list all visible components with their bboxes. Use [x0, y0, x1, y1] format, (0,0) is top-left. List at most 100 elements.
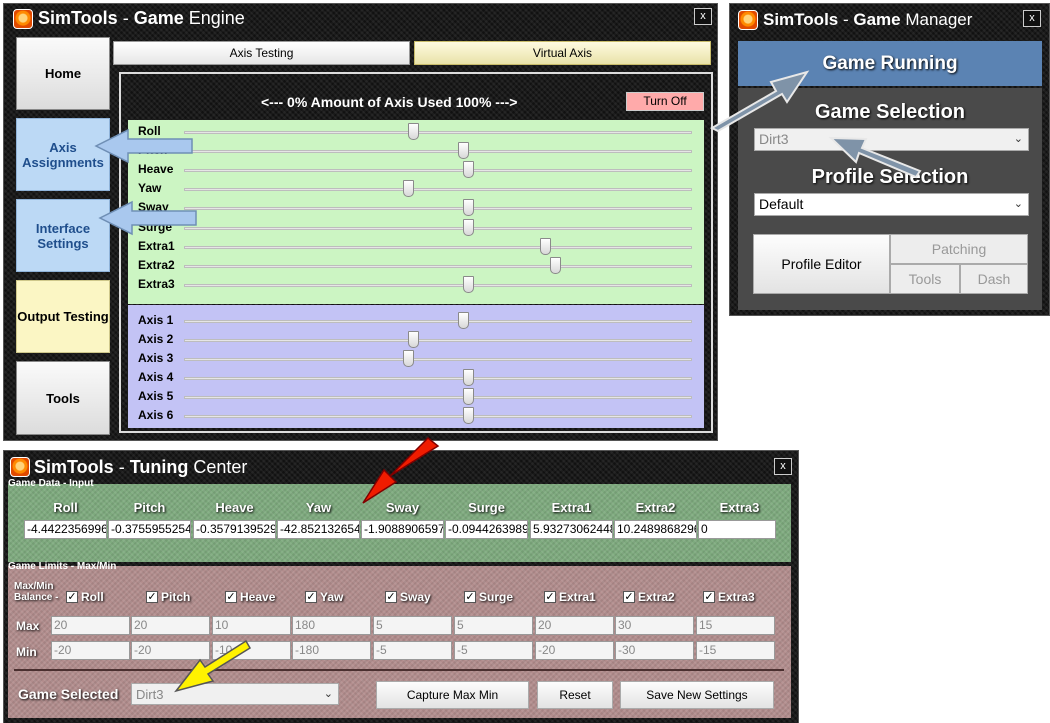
max-limit-input[interactable]: 15 — [696, 616, 775, 635]
checkmark-icon[interactable]: ✓ — [623, 591, 635, 603]
max-limit-input[interactable]: 10 — [212, 616, 291, 635]
balance-checkbox[interactable]: ✓ Sway — [385, 589, 431, 605]
balance-checkbox[interactable]: ✓ Roll — [66, 589, 104, 605]
game-data-input[interactable]: 0 — [698, 520, 776, 539]
axis-slider-thumb[interactable] — [463, 369, 474, 386]
axis-slider-track[interactable] — [184, 377, 692, 380]
balance-checkbox[interactable]: ✓ Surge — [464, 589, 513, 605]
balance-checkbox[interactable]: ✓ Extra3 — [703, 589, 755, 605]
dof-slider-thumb[interactable] — [463, 199, 474, 217]
dof-slider-track[interactable] — [184, 245, 692, 249]
dof-slider-track[interactable] — [184, 264, 692, 268]
axis-slider-thumb[interactable] — [408, 331, 419, 348]
axis-slider-track[interactable] — [184, 339, 692, 342]
nav-tools-button[interactable]: Tools — [16, 361, 110, 435]
patching-button[interactable]: Patching — [890, 234, 1028, 264]
game-data-input[interactable]: 5.93273062448 — [530, 520, 613, 539]
dof-slider-track[interactable] — [184, 188, 692, 192]
balance-checkbox-label: Extra2 — [638, 590, 675, 604]
manager-close-button[interactable]: x — [1023, 10, 1041, 27]
dof-slider-track[interactable] — [184, 226, 692, 230]
nav-axis-assignments-button[interactable]: Axis Assignments — [16, 118, 110, 191]
checkmark-icon[interactable]: ✓ — [385, 591, 397, 603]
dof-slider-track[interactable] — [184, 131, 692, 134]
checkmark-icon[interactable]: ✓ — [146, 591, 158, 603]
profile-editor-button[interactable]: Profile Editor — [753, 234, 890, 294]
balance-checkbox[interactable]: ✓ Yaw — [305, 589, 343, 605]
dof-slider-track[interactable] — [184, 207, 692, 211]
balance-checkbox[interactable]: ✓ Extra1 — [544, 589, 596, 605]
min-limit-input[interactable]: -20 — [51, 641, 130, 660]
max-limit-input[interactable]: 5 — [373, 616, 452, 635]
max-limit-input[interactable]: 30 — [615, 616, 694, 635]
max-limit-input[interactable]: 180 — [292, 616, 371, 635]
tab-axis-testing[interactable]: Axis Testing — [113, 41, 410, 65]
game-selected-dropdown[interactable]: Dirt3 ⌄ — [131, 683, 339, 705]
min-limit-input[interactable]: -15 — [696, 641, 775, 660]
game-data-input[interactable]: 10.2489868296 — [614, 520, 697, 539]
dash-button[interactable]: Dash — [960, 264, 1028, 294]
dof-slider-thumb[interactable] — [458, 142, 469, 160]
balance-checkbox[interactable]: ✓ Heave — [225, 589, 275, 605]
game-data-input[interactable]: -1.90889065978 — [361, 520, 444, 539]
axis-slider-track[interactable] — [184, 320, 692, 323]
game-data-input[interactable]: -0.37559552541: — [108, 520, 191, 539]
save-new-settings-button[interactable]: Save New Settings — [620, 681, 774, 709]
axis-slider-thumb[interactable] — [463, 407, 474, 424]
max-limit-input[interactable]: 20 — [51, 616, 130, 635]
tuning-close-button[interactable]: x — [774, 458, 792, 475]
min-limit-input[interactable]: -5 — [454, 641, 533, 660]
dof-slider-row: Extra2 — [128, 256, 704, 275]
game-data-input[interactable]: -4.44223569965 — [24, 520, 107, 539]
nav-interface-settings-button[interactable]: Interface Settings — [16, 199, 110, 272]
game-data-input[interactable]: -0.35791395291 — [193, 520, 276, 539]
nav-home-button[interactable]: Home — [16, 37, 110, 110]
balance-checkbox[interactable]: ✓ Pitch — [146, 589, 190, 605]
checkmark-icon[interactable]: ✓ — [464, 591, 476, 603]
tab-virtual-axis[interactable]: Virtual Axis — [414, 41, 711, 65]
min-limit-input[interactable]: -20 — [535, 641, 614, 660]
dof-slider-thumb[interactable] — [463, 161, 474, 179]
axis-slider-track[interactable] — [184, 358, 692, 361]
dof-slider-label: Pitch — [138, 143, 168, 158]
min-limit-input[interactable]: -180 — [292, 641, 371, 660]
dof-slider-thumb[interactable] — [463, 218, 474, 236]
min-limit-input[interactable]: -20 — [131, 641, 210, 660]
dof-slider-thumb[interactable] — [550, 256, 561, 274]
min-limit-input[interactable]: -30 — [615, 641, 694, 660]
checkmark-icon[interactable]: ✓ — [66, 591, 78, 603]
axis-slider-track[interactable] — [184, 396, 692, 399]
max-limit-input[interactable]: 20 — [131, 616, 210, 635]
checkmark-icon[interactable]: ✓ — [544, 591, 556, 603]
min-limit-input[interactable]: -5 — [373, 641, 452, 660]
game-selection-dropdown[interactable]: Dirt3 ⌄ — [754, 128, 1029, 151]
axis-slider-track[interactable] — [184, 415, 692, 418]
reset-button[interactable]: Reset — [537, 681, 613, 709]
dof-slider-thumb[interactable] — [463, 275, 474, 293]
dof-slider-track[interactable] — [184, 150, 692, 154]
checkmark-icon[interactable]: ✓ — [703, 591, 715, 603]
max-limit-input[interactable]: 20 — [535, 616, 614, 635]
balance-checkbox[interactable]: ✓ Extra2 — [623, 589, 675, 605]
dof-slider-row: Extra3 — [128, 275, 704, 294]
dof-slider-track[interactable] — [184, 283, 692, 287]
axis-slider-thumb[interactable] — [458, 312, 469, 329]
checkmark-icon[interactable]: ✓ — [225, 591, 237, 603]
engine-close-button[interactable]: x — [694, 8, 712, 25]
profile-selection-dropdown[interactable]: Default ⌄ — [754, 193, 1029, 216]
dof-slider-track[interactable] — [184, 169, 692, 173]
axis-slider-thumb[interactable] — [403, 350, 414, 367]
game-data-input[interactable]: -0.09442639895 — [445, 520, 528, 539]
capture-max-min-button[interactable]: Capture Max Min — [376, 681, 529, 709]
dof-slider-thumb[interactable] — [408, 123, 419, 140]
game-data-input[interactable]: -42.8521326547 — [277, 520, 360, 539]
axis-slider-thumb[interactable] — [463, 388, 474, 405]
checkmark-icon[interactable]: ✓ — [305, 591, 317, 603]
dof-slider-thumb[interactable] — [540, 237, 551, 255]
turn-off-button[interactable]: Turn Off — [626, 92, 704, 111]
dof-slider-thumb[interactable] — [403, 180, 414, 198]
nav-output-testing-button[interactable]: Output Testing — [16, 280, 110, 353]
tools-button[interactable]: Tools — [890, 264, 960, 294]
min-limit-input[interactable]: -10 — [212, 641, 291, 660]
max-limit-input[interactable]: 5 — [454, 616, 533, 635]
